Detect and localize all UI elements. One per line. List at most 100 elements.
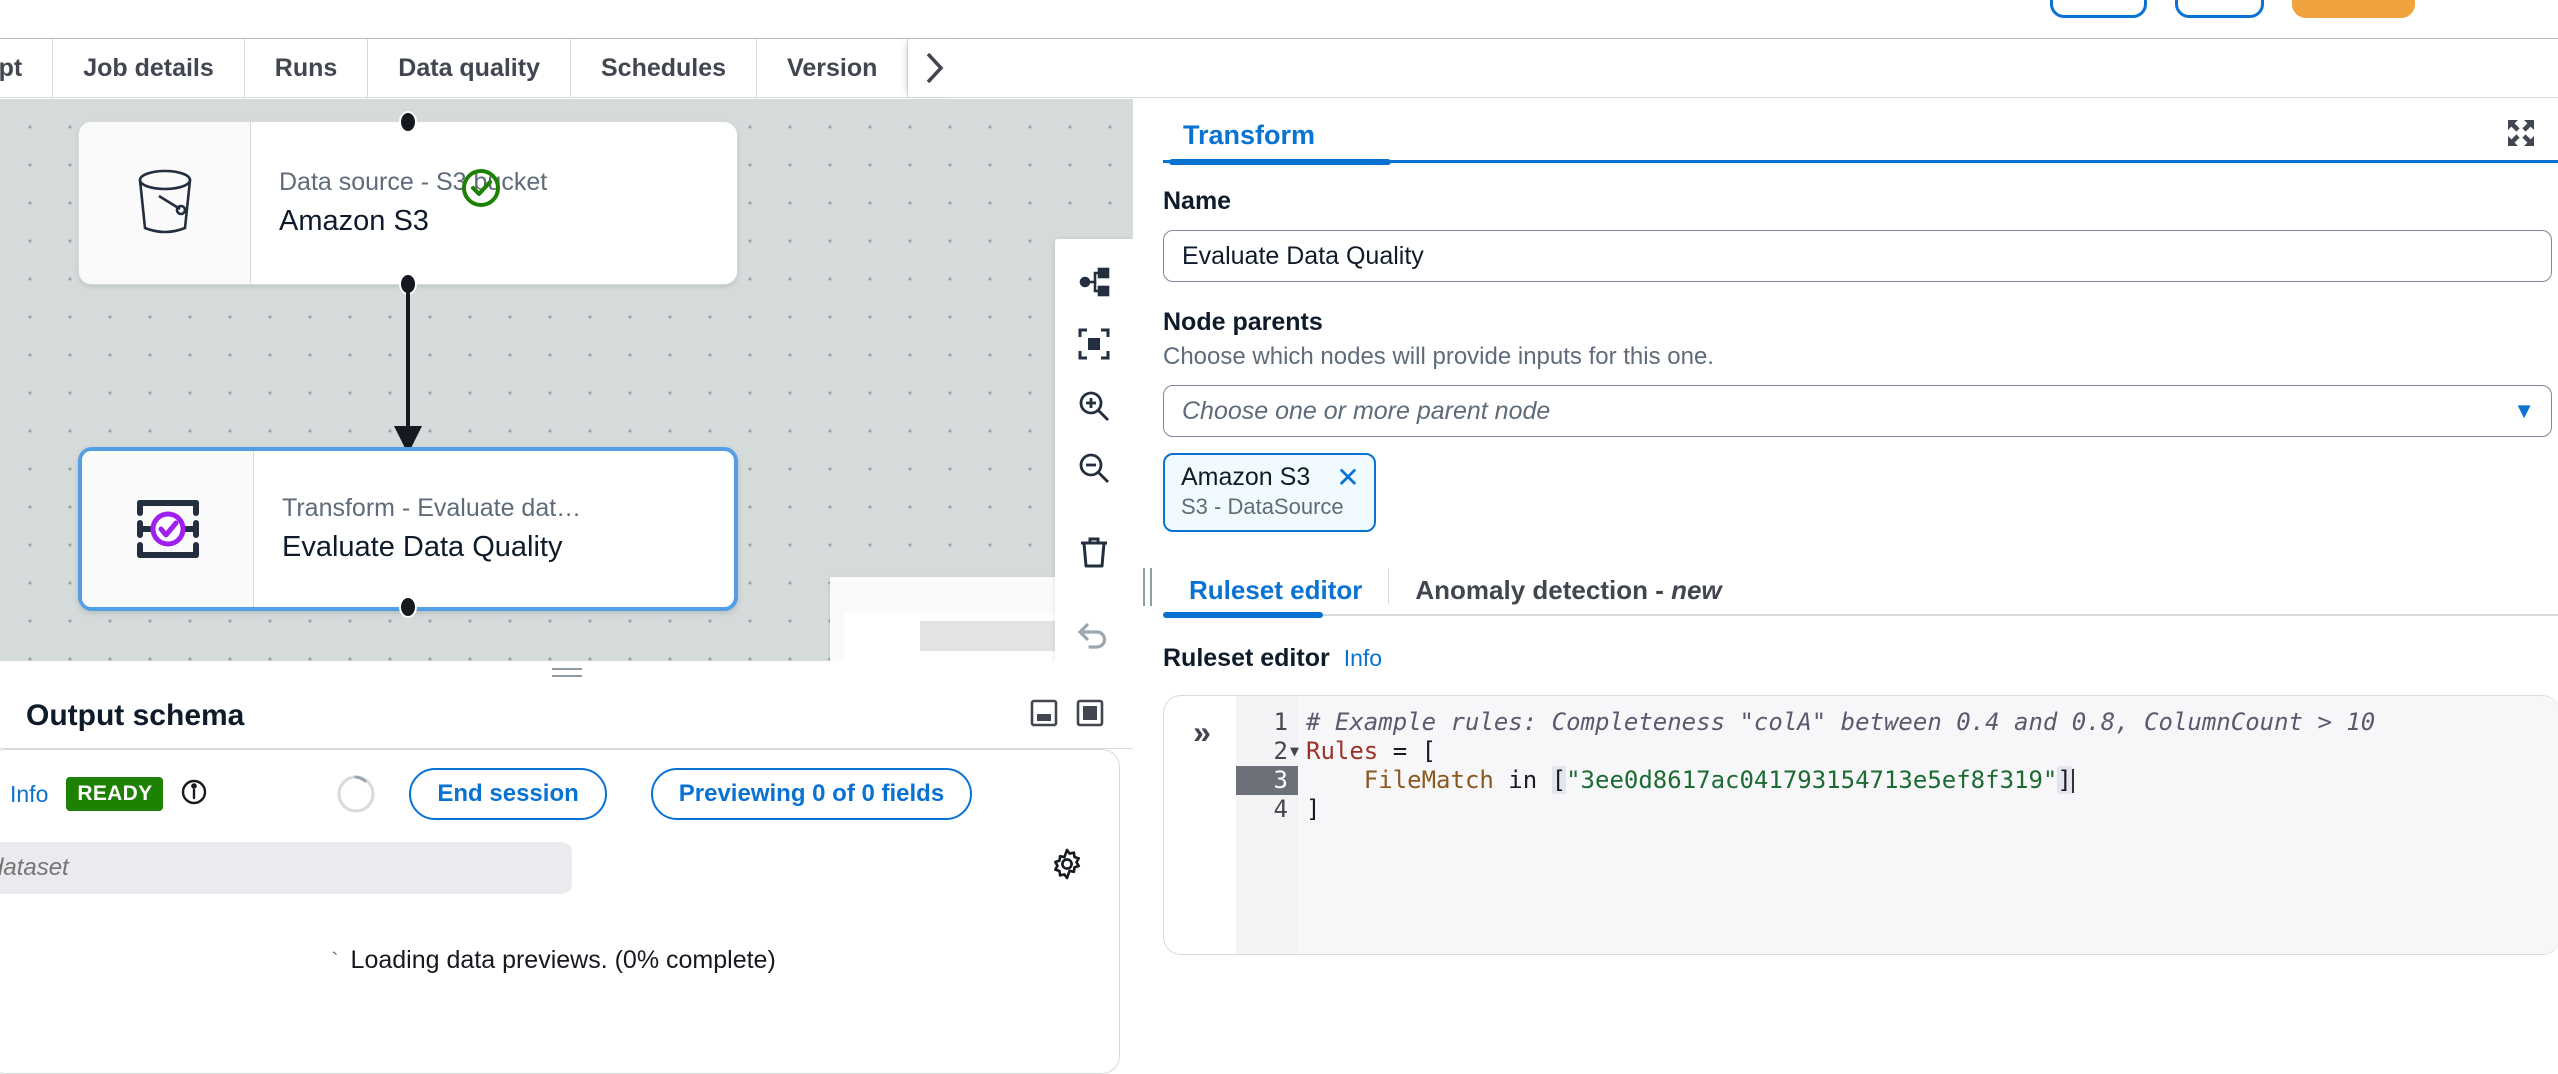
name-field-group: Name [1163,187,2558,282]
code-comment: # Example rules: Completeness "colA" bet… [1306,708,2375,736]
code-line-1: # Example rules: Completeness "colA" bet… [1306,708,2558,737]
chevrons-right-icon[interactable]: » [1193,714,1207,954]
tab-active-underline [1169,159,1391,165]
output-schema-controls: Info READY End session Previewing 0 of 0… [0,750,1119,838]
loading-text: Loading data previews. (0% complete) [351,946,776,975]
info-link[interactable]: Info [10,781,48,808]
token-row: Amazon S3 ✕ [1181,463,1360,492]
run-button[interactable]: Run [2175,0,2264,18]
line-number: 2 [1274,737,1288,765]
editor-code-area[interactable]: # Example rules: Completeness "colA" bet… [1298,696,2558,954]
horizontal-resize-handle[interactable] [0,661,1133,683]
chevron-down-icon: ▼ [2513,398,2535,424]
output-schema-search-row [0,842,1119,902]
previewing-fields-button[interactable]: Previewing 0 of 0 fields [651,768,972,820]
node-port-bottom[interactable] [399,596,417,618]
tab-data-quality[interactable]: Data quality [368,39,571,97]
line-number: 4 [1274,795,1288,823]
actions-button[interactable]: Actions [2292,0,2415,18]
canvas-node-evaluate-data-quality[interactable]: Transform - Evaluate dat… Evaluate Data … [78,447,738,611]
node-parents-select[interactable]: Choose one or more parent node ▼ [1163,385,2552,437]
tab-anomaly-detection-label: Anomaly detection - [1415,575,1671,605]
transform-properties-panel: Transform Name Node parents Choose which… [1161,99,2558,1074]
zoom-in-icon[interactable] [1055,375,1133,437]
name-input[interactable] [1163,230,2552,282]
code-bracket: ] [1306,795,1320,823]
output-schema-panel: Output schema Info R [0,683,1133,1074]
parent-node-token: Amazon S3 ✕ S3 - DataSource [1163,453,1376,532]
node-parents-label: Node parents [1163,308,2558,337]
token-sublabel: S3 - DataSource [1181,494,1360,520]
line-number: 3 [1274,766,1288,794]
mini-spinner-icon: ` [331,948,338,974]
subtab-active-underline [1163,612,1323,618]
check-circle-green-icon [459,166,503,215]
token-label: Amazon S3 [1181,463,1310,492]
gutter-line: 4 [1236,795,1298,824]
page-title: Output schema [26,699,244,733]
code-line-4: ] [1306,795,2558,824]
save-button[interactable]: Save [2050,0,2147,18]
gutter-line-active: 3 [1236,766,1298,795]
ruleset-info-link[interactable]: Info [1344,645,1382,672]
resize-grip [1143,568,1152,606]
tab-script[interactable]: cript [0,39,53,97]
code-indent [1306,766,1364,794]
zoom-out-icon[interactable] [1055,437,1133,499]
info-circle-icon[interactable] [181,779,207,810]
resize-grip [552,668,582,677]
s3-bucket-icon [79,122,251,284]
loading-spinner-icon [335,773,377,815]
ruleset-code-editor[interactable]: » 1 2▼ 3 4 # Example rules: Completeness… [1163,695,2558,955]
node-body: Transform - Evaluate dat… Evaluate Data … [254,451,734,607]
status-badge: READY [66,777,163,811]
auto-layout-icon[interactable] [1055,251,1133,313]
job-canvas[interactable]: Data source - S3 bucket Amazon S3 [0,99,1133,661]
tab-schedules[interactable]: Schedules [571,39,757,97]
canvas-node-amazon-s3[interactable]: Data source - S3 bucket Amazon S3 [78,121,738,285]
fold-caret-icon[interactable]: ▼ [1290,737,1299,766]
code-bracket-open: [ [1552,766,1566,794]
vertical-resize-handle[interactable] [1133,99,1161,1074]
end-session-button[interactable]: End session [409,768,606,820]
node-parents-placeholder: Choose one or more parent node [1182,397,1550,426]
canvas-toolbar [1055,239,1133,661]
node-subtitle: Transform - Evaluate dat… [282,494,581,523]
code-bracket-close: ] [2057,766,2071,794]
code-string: "3ee0d8617ac041793154713e5ef8f319" [1566,766,2057,794]
chevron-right-icon[interactable] [908,39,962,97]
tab-job-details[interactable]: Job details [53,39,245,97]
name-label: Name [1163,187,2558,216]
output-schema-card: Info READY End session Previewing 0 of 0… [0,749,1120,1074]
evaluate-data-quality-icon [82,451,254,607]
node-title: Amazon S3 [279,205,547,238]
panel-tabrow: Transform [1163,99,2558,165]
editor-gutter: 1 2▼ 3 4 [1236,696,1298,954]
fit-to-screen-icon[interactable] [1055,313,1133,375]
undo-icon[interactable] [1055,605,1133,661]
code-line-3: FileMatch in ["3ee0d8617ac041793154713e5… [1306,766,2558,795]
panel-full-icon[interactable] [1075,698,1105,733]
node-title: Evaluate Data Quality [282,531,581,564]
node-parents-group: Node parents Choose which nodes will pro… [1163,308,2558,532]
text-cursor [2072,769,2074,793]
code-operator: = [1378,737,1421,765]
trash-icon[interactable] [1055,521,1133,583]
expand-diagonal-icon[interactable] [2506,118,2536,153]
tab-runs[interactable]: Runs [245,39,369,97]
tab-version-control[interactable]: Version [757,39,908,97]
job-tabbar: cript Job details Runs Data quality Sche… [0,38,2558,98]
close-x-icon[interactable]: ✕ [1336,464,1359,492]
code-bracket: [ [1422,737,1436,765]
tab-anomaly-detection[interactable]: Anomaly detection - new [1389,575,1747,618]
output-schema-header: Output schema [0,683,1133,749]
code-function: FileMatch [1364,766,1494,794]
code-keyword: Rules [1306,737,1378,765]
ruleset-editor-label: Ruleset editor [1163,644,1330,673]
node-parents-description: Choose which nodes will provide inputs f… [1163,343,2558,371]
search-input[interactable] [0,842,572,894]
canvas-edge [78,289,738,454]
editor-side-rail: » [1164,696,1236,954]
panel-split-bottom-icon[interactable] [1029,698,1059,733]
gear-icon[interactable] [1051,848,1083,885]
